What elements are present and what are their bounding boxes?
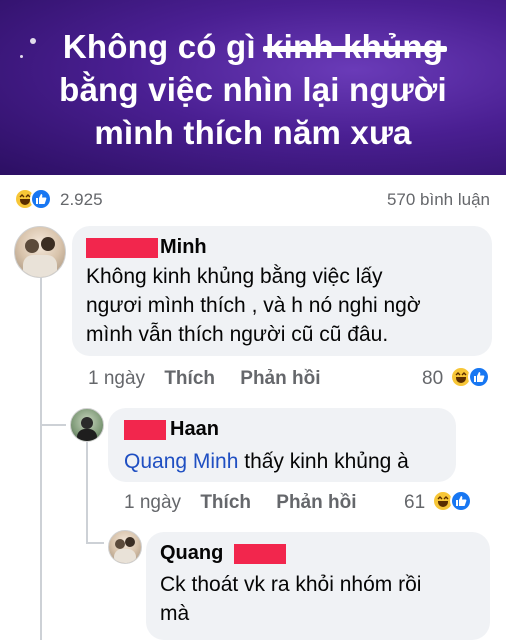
banner-line-1: Không có gì kinh khủng: [62, 28, 444, 65]
comment-text: Quang Minh thấy kinh khủng à: [124, 450, 409, 473]
like-button[interactable]: Thích: [200, 492, 251, 513]
banner-line-3: mình thích năm xưa: [94, 114, 412, 151]
like-reaction-icon: [450, 490, 472, 512]
comment-actions: 1 ngày Thích Phản hồi: [88, 368, 321, 390]
reaction-count[interactable]: 2.925: [60, 190, 103, 210]
commenter-name[interactable]: Haan: [170, 418, 219, 441]
struck-words: kinh khủng: [265, 28, 444, 65]
commenter-avatar[interactable]: [70, 408, 104, 442]
like-button[interactable]: Thích: [164, 368, 215, 389]
commenter-name[interactable]: Minh: [160, 236, 207, 259]
redacted-name: [234, 544, 286, 564]
comment-actions: 1 ngày Thích Phản hồi: [124, 492, 357, 514]
comment-bubble: Haan Quang Minh thấy kinh khủng à: [108, 408, 456, 482]
comment-count[interactable]: 570 bình luận: [387, 190, 490, 210]
like-reaction-icon: [30, 188, 52, 210]
comment-reaction-count[interactable]: 80: [422, 368, 443, 390]
reply-button[interactable]: Phản hồi: [240, 368, 320, 389]
post-stats-bar: 2.925 570 bình luận: [0, 186, 506, 214]
post-image-banner[interactable]: Không có gì kinh khủng bằng việc nhìn lạ…: [0, 0, 506, 175]
comment-time[interactable]: 1 ngày: [124, 492, 181, 513]
comment-text: Ck thoát vk ra khỏi nhóm rồi mà: [160, 573, 422, 625]
banner-line-2: bằng việc nhìn lại người: [59, 71, 447, 108]
reaction-summary-icons[interactable]: [14, 188, 54, 210]
reply-button[interactable]: Phản hồi: [276, 492, 356, 513]
redacted-name: [124, 420, 166, 440]
thread-line: [40, 276, 42, 640]
comment-bubble: Quang Ck thoát vk ra khỏi nhóm rồi mà: [146, 532, 490, 640]
comment-bubble: Minh Không kinh khủng bằng việc lấy ngươ…: [72, 226, 492, 356]
redacted-name: [86, 238, 158, 258]
thread-connector: [86, 542, 104, 544]
thread-connector: [40, 424, 66, 426]
mention-link[interactable]: Quang Minh: [124, 450, 238, 473]
like-reaction-icon: [468, 366, 490, 388]
comment-text: Không kinh khủng bằng việc lấy ngươi mìn…: [86, 265, 421, 346]
commenter-avatar[interactable]: [108, 530, 142, 564]
comment-time[interactable]: 1 ngày: [88, 368, 145, 389]
commenter-avatar[interactable]: [14, 226, 66, 278]
thread-line: [86, 442, 88, 542]
commenter-name[interactable]: Quang: [160, 542, 223, 565]
comment-reaction-count[interactable]: 61: [404, 492, 425, 514]
